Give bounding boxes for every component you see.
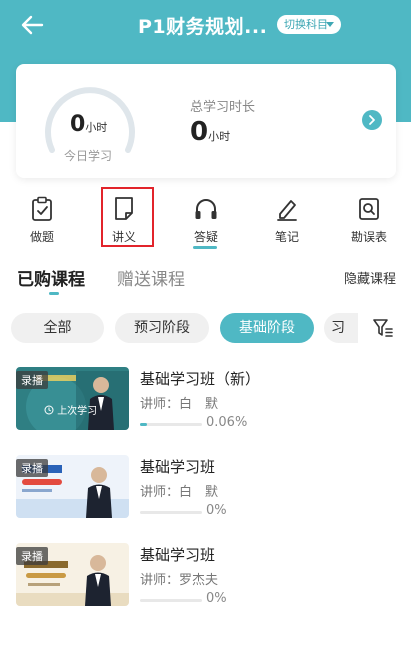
shortcut-qa[interactable]: 答疑 (176, 196, 236, 246)
pen-icon (277, 200, 297, 221)
switch-subject-button[interactable]: 切换科目 (277, 15, 341, 34)
course-teacher: 讲师：白 默 (140, 485, 219, 500)
course-thumbnail: 录播 (16, 455, 129, 518)
shortcut-practice[interactable]: 做题 (12, 196, 72, 246)
filter-chip-basic[interactable]: 基础阶段 (220, 313, 314, 343)
course-thumbnail: 录播 上次学习 (16, 367, 129, 430)
recorded-badge: 录播 (16, 371, 48, 389)
shortcut-notes[interactable]: 笔记 (257, 196, 317, 246)
filter-chip-preview[interactable]: 预习阶段 (115, 313, 209, 343)
page-title: P1财务规划... (138, 16, 268, 38)
course-progress-bar (140, 511, 202, 514)
course-progress-bar (140, 599, 202, 602)
tab-indicator (49, 292, 59, 295)
filter-icon[interactable] (372, 317, 394, 343)
course-thumbnail: 录播 (16, 543, 129, 606)
back-arrow-icon[interactable] (18, 10, 48, 40)
handout-highlight-box (101, 187, 154, 247)
shortcut-label: 勘误表 (350, 230, 387, 244)
caret-down-icon (326, 22, 334, 27)
course-title: 基础学习班 (140, 458, 216, 476)
course-progress-bar (140, 423, 202, 426)
course-item[interactable]: 录播 基础学习班 讲师：罗杰夫 0% (16, 543, 396, 611)
course-item[interactable]: 录播 基础学习班 讲师：白 默 0% (16, 455, 396, 523)
last-study-label: 上次学习 (44, 402, 97, 417)
filter-chip-exercises[interactable]: 习题 (324, 313, 358, 343)
shortcut-label: 做题 (29, 230, 54, 244)
course-teacher: 讲师：白 默 (140, 397, 219, 412)
shortcut-label: 答疑 (193, 230, 218, 244)
chevron-right-icon (369, 115, 375, 125)
course-teacher: 讲师：罗杰夫 (140, 573, 219, 588)
study-stats-card: 0小时 今日学习 总学习时长 0小时 (16, 64, 396, 178)
hide-courses-link[interactable]: 隐藏课程 (344, 268, 396, 287)
recorded-badge: 录播 (16, 459, 48, 477)
clock-icon (44, 405, 54, 415)
course-title: 基础学习班 (140, 546, 216, 564)
stats-detail-button[interactable] (362, 110, 382, 130)
course-progress-percent: 0% (206, 591, 227, 606)
today-study-label: 今日学习 (64, 149, 113, 163)
filter-chip-all[interactable]: 全部 (11, 313, 104, 343)
course-item[interactable]: 录播 上次学习 基础学习班（新） 讲师：白 默 0.06% (16, 367, 396, 435)
total-study-label: 总学习时长 (190, 100, 256, 115)
qa-indicator (193, 246, 217, 249)
shortcut-label: 笔记 (274, 230, 299, 244)
headphones-icon (195, 199, 217, 219)
recorded-badge: 录播 (16, 547, 48, 565)
tab-gifted-courses[interactable]: 赠送课程 (117, 265, 185, 290)
search-document-icon (359, 198, 379, 220)
switch-subject-label: 切换科目 (284, 18, 328, 31)
course-progress-percent: 0.06% (206, 415, 248, 430)
course-progress-percent: 0% (206, 503, 227, 518)
shortcut-errata[interactable]: 勘误表 (339, 196, 399, 246)
today-study-value: 0小时 (70, 112, 108, 137)
tab-purchased-courses[interactable]: 已购课程 (17, 265, 85, 290)
course-title: 基础学习班（新） (140, 370, 261, 388)
total-study-value: 0小时 (190, 117, 231, 147)
clipboard-icon (32, 196, 52, 221)
